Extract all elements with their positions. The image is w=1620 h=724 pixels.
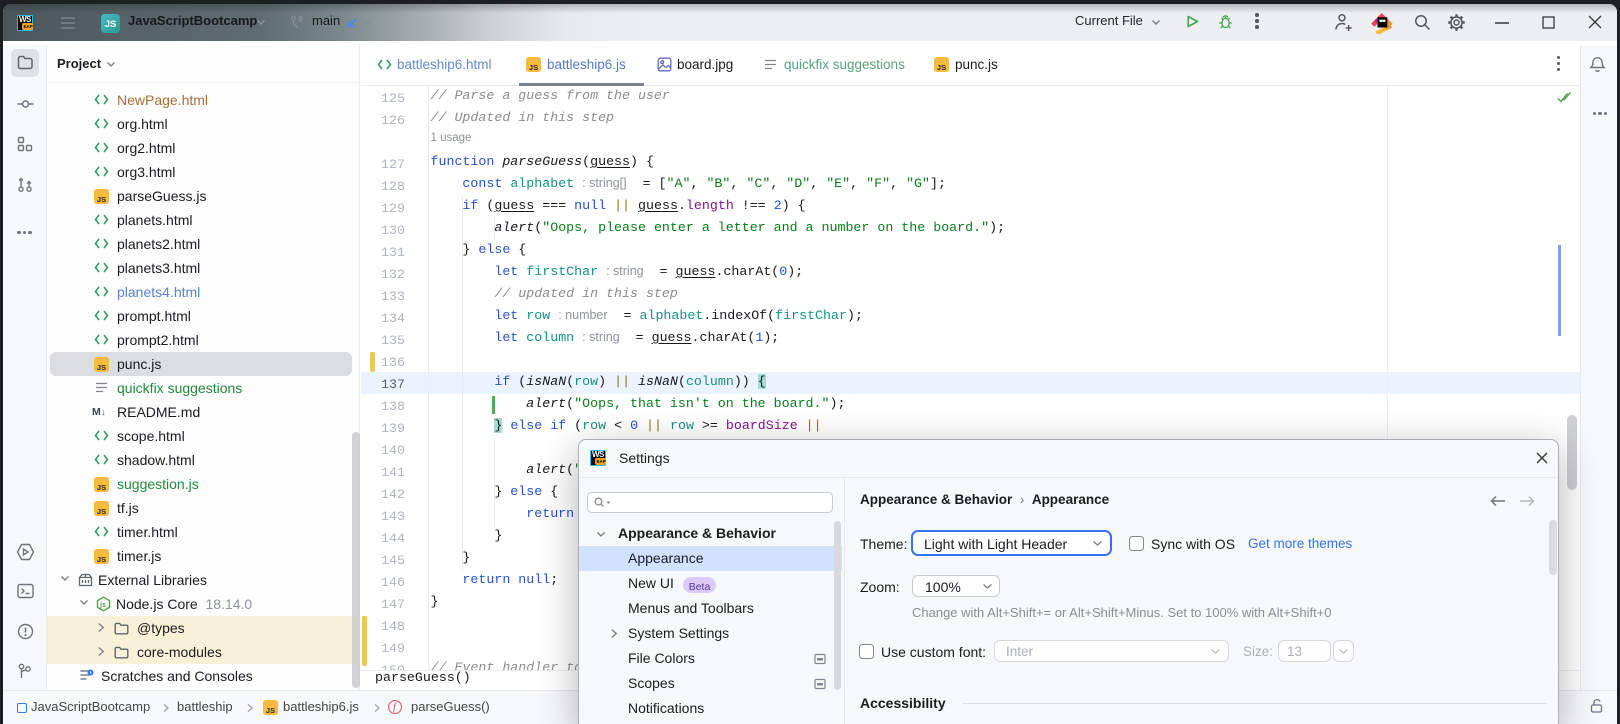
svg-text:js: js — [99, 602, 106, 609]
